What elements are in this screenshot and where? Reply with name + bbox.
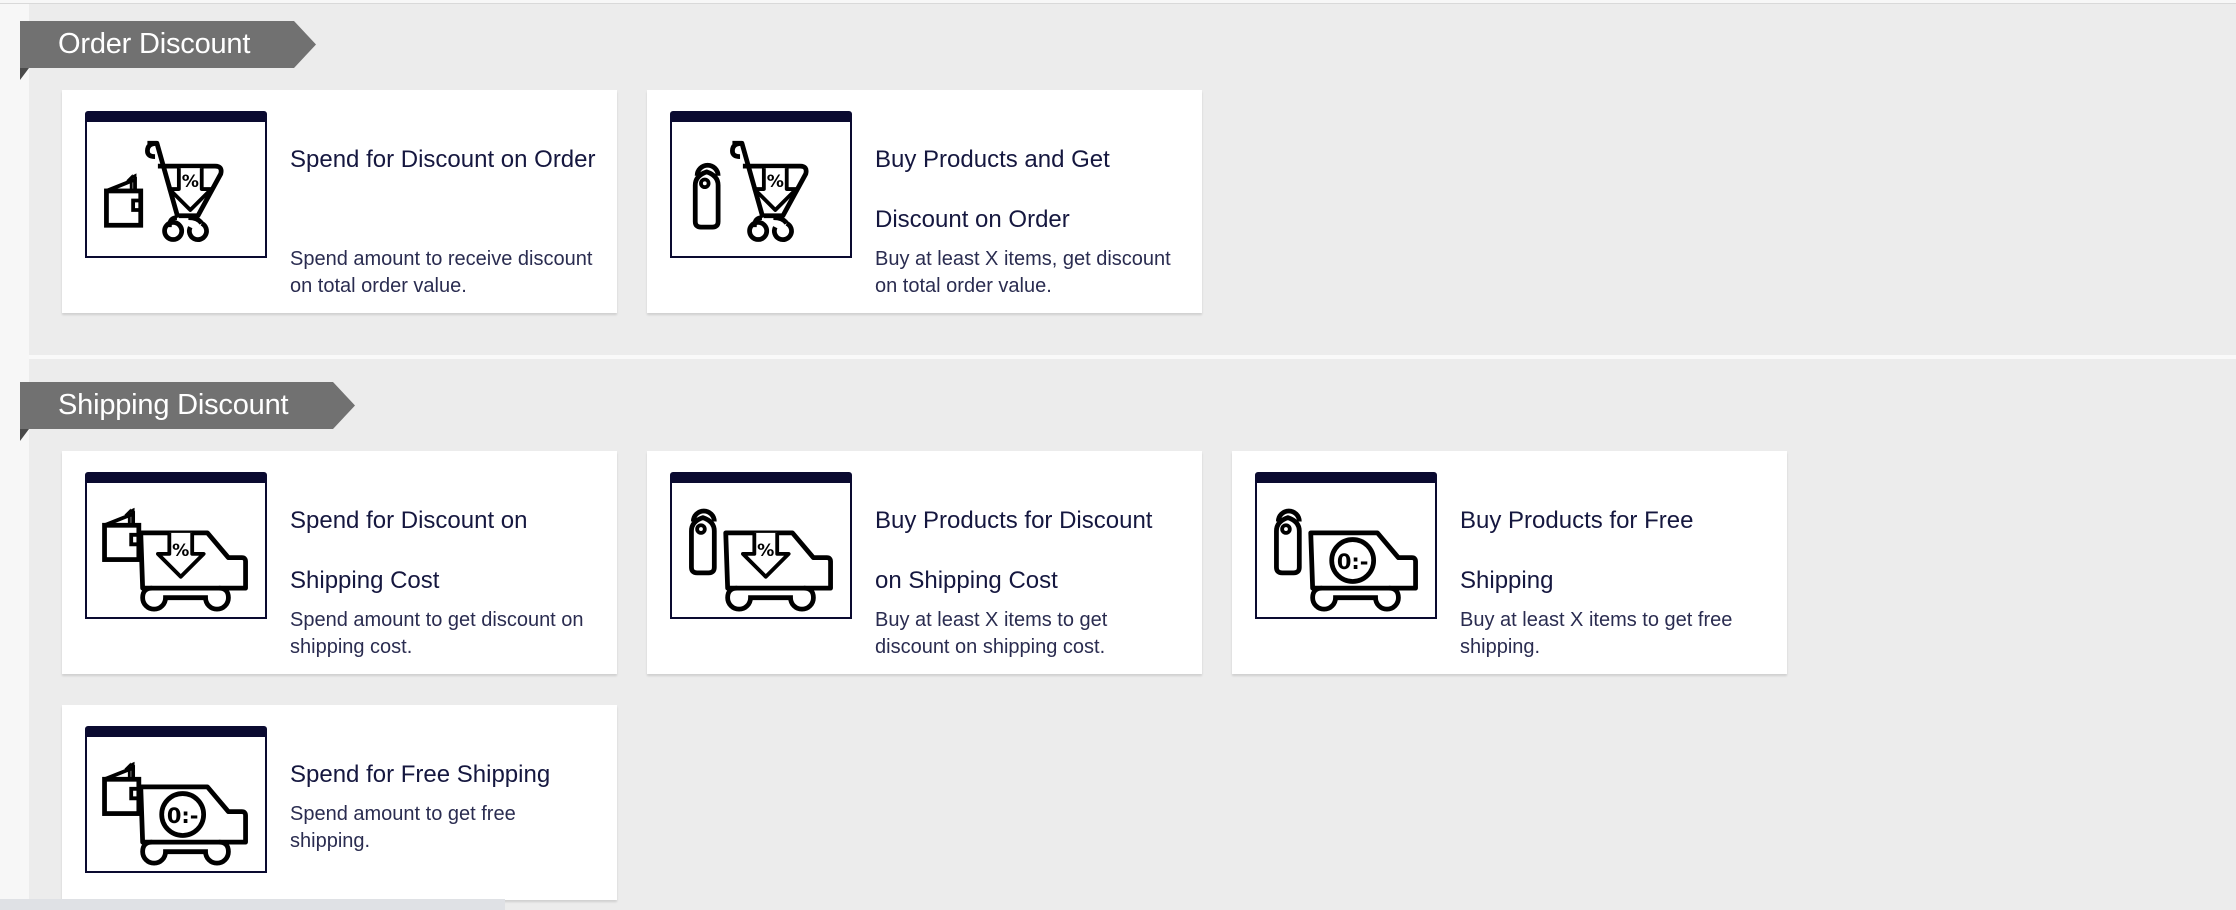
section-ribbon-shipping-discount: Shipping Discount (20, 382, 355, 441)
card-title: Buy Products for Discount on Shipping Co… (875, 507, 1153, 594)
wallet-truck-percent-icon: % (85, 472, 267, 619)
card-buy-products-discount-order[interactable]: % Buy Products and Get Discount on Order… (647, 90, 1202, 313)
card-description: Spend amount to get discount on shipping… (290, 609, 584, 658)
card-description: Buy at least X items to get free shippin… (1460, 609, 1733, 658)
section-divider (29, 355, 2236, 359)
card-spend-discount-order[interactable]: % Spend for Discount on Order Spend amou… (62, 90, 617, 313)
wallet-cart-percent-icon: % (85, 111, 267, 258)
tag-truck-free-icon: 0:- (1255, 472, 1437, 619)
card-title: Spend for Discount on Shipping Cost (290, 507, 528, 594)
card-buy-products-free-shipping[interactable]: 0:- Buy Products for Free Shipping Buy a… (1232, 451, 1787, 674)
card-title: Buy Products for Free Shipping (1460, 507, 1694, 594)
percent-glyph: % (757, 541, 774, 561)
card-title: Spend for Discount on Order (290, 146, 596, 173)
percent-glyph: % (767, 172, 784, 192)
bottom-panel-edge (0, 899, 505, 910)
wallet-truck-free-icon: 0:- (85, 726, 267, 873)
section-ribbon-order-discount: Order Discount (20, 21, 316, 80)
card-description: Spend amount to receive discount on tota… (290, 248, 593, 297)
section-title: Shipping Discount (58, 389, 289, 421)
card-buy-products-discount-shipping[interactable]: % Buy Products for Discount on Shipping … (647, 451, 1202, 674)
card-spend-free-shipping[interactable]: 0:- Spend for Free Shipping Spend amount… (62, 705, 617, 900)
card-title: Spend for Free Shipping (290, 761, 551, 788)
free-glyph: 0:- (1337, 550, 1369, 574)
left-gutter (0, 0, 29, 910)
percent-glyph: % (172, 541, 189, 561)
section-title: Order Discount (58, 28, 251, 60)
free-glyph: 0:- (167, 804, 199, 828)
percent-glyph: % (182, 172, 199, 192)
card-spend-discount-shipping[interactable]: % Spend for Discount on Shipping Cost Sp… (62, 451, 617, 674)
top-border (0, 0, 2236, 4)
card-description: Buy at least X items to get discount on … (875, 609, 1108, 658)
tag-cart-percent-icon: % (670, 111, 852, 258)
card-description: Buy at least X items, get discount on to… (875, 248, 1171, 297)
tag-truck-percent-icon: % (670, 472, 852, 619)
card-title: Buy Products and Get Discount on Order (875, 146, 1110, 233)
card-description: Spend amount to get free shipping. (290, 803, 516, 852)
